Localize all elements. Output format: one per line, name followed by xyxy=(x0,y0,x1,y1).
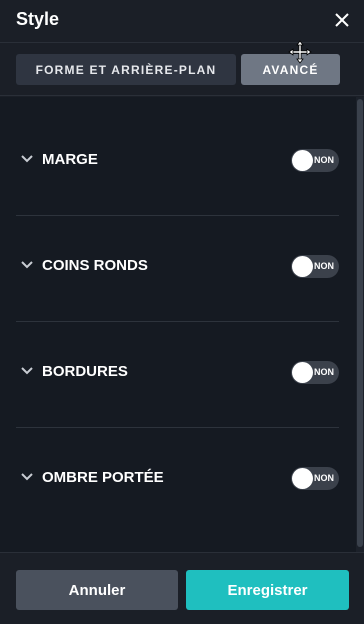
tab-forme-et-arriere-plan[interactable]: FORME ET ARRIÈRE-PLAN xyxy=(16,54,236,85)
tabs-bar: FORME ET ARRIÈRE-PLAN AVANCÉ xyxy=(0,42,364,96)
section-label: OMBRE PORTÉE xyxy=(42,469,164,486)
section-coins-ronds[interactable]: COINS RONDS NON xyxy=(16,216,339,322)
toggle-state: NON xyxy=(314,155,334,165)
scrollbar-thumb[interactable] xyxy=(357,99,363,547)
cancel-button[interactable]: Annuler xyxy=(16,570,178,610)
toggle-state: NON xyxy=(314,261,334,271)
chevron-down-icon xyxy=(21,261,33,269)
toggle-knob xyxy=(292,150,313,171)
save-button[interactable]: Enregistrer xyxy=(186,570,349,610)
settings-panel: MARGE NON COINS RONDS NON BORDURES NON O… xyxy=(0,97,364,552)
toggle-knob xyxy=(292,468,313,489)
toggle-state: NON xyxy=(314,367,334,377)
dialog-footer: Annuler Enregistrer xyxy=(0,552,364,624)
section-label: COINS RONDS xyxy=(42,257,148,274)
dialog-title: Style xyxy=(16,9,60,29)
toggle-knob xyxy=(292,256,313,277)
close-icon[interactable] xyxy=(332,10,352,30)
marge-toggle[interactable]: NON xyxy=(291,149,339,172)
bordures-toggle[interactable]: NON xyxy=(291,361,339,384)
section-bordures[interactable]: BORDURES NON xyxy=(16,322,339,428)
tab-avance[interactable]: AVANCÉ xyxy=(241,54,340,85)
scrollbar[interactable] xyxy=(356,97,364,552)
coins-ronds-toggle[interactable]: NON xyxy=(291,255,339,278)
section-label: MARGE xyxy=(42,151,98,168)
chevron-down-icon xyxy=(21,367,33,375)
section-label: BORDURES xyxy=(42,363,128,380)
chevron-down-icon xyxy=(21,155,33,163)
toggle-knob xyxy=(292,362,313,383)
toggle-state: NON xyxy=(314,473,334,483)
chevron-down-icon xyxy=(21,473,33,481)
section-ombre-portee[interactable]: OMBRE PORTÉE NON xyxy=(16,428,339,534)
section-marge[interactable]: MARGE NON xyxy=(16,110,339,216)
ombre-portee-toggle[interactable]: NON xyxy=(291,467,339,490)
dialog-header: Style xyxy=(0,0,364,42)
